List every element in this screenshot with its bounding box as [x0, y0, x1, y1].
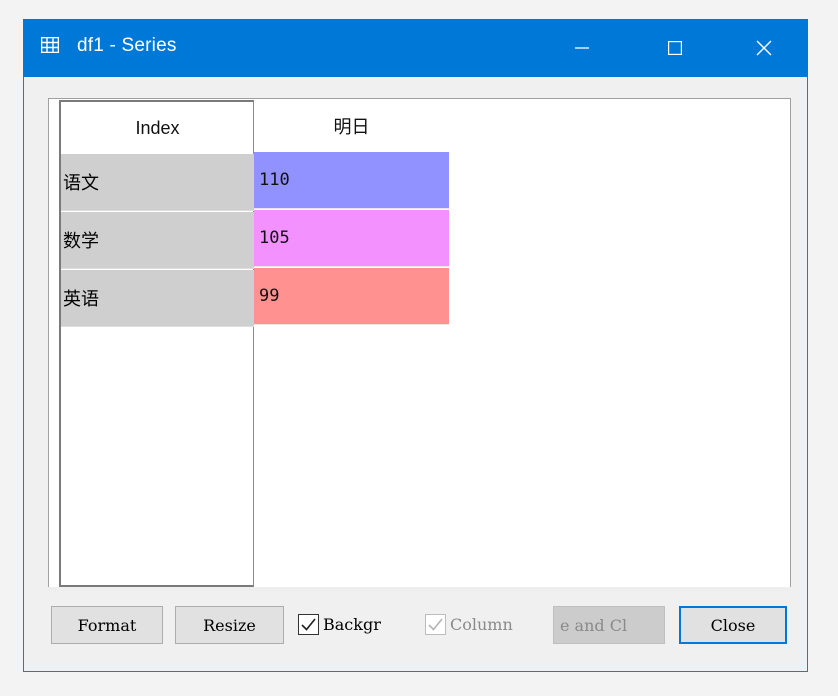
column-header[interactable]: 明日 [254, 100, 449, 153]
maximize-icon [668, 41, 682, 55]
index-cell[interactable]: 语文 [61, 154, 254, 211]
minimize-icon [575, 47, 589, 49]
checkmark-icon [428, 618, 443, 631]
value-cell[interactable]: 110 [254, 152, 449, 209]
column-min-max-checkbox[interactable] [425, 614, 446, 635]
background-color-label[interactable]: Backgr [323, 614, 420, 635]
close-button[interactable]: Close [679, 606, 787, 644]
table-grid-icon [41, 37, 59, 53]
close-window-button[interactable] [734, 19, 794, 77]
value-cell[interactable]: 99 [254, 268, 449, 325]
index-header[interactable]: Index [61, 102, 254, 154]
table-bottom-edge [48, 587, 791, 591]
maximize-button[interactable] [645, 19, 705, 77]
background-color-checkbox[interactable] [298, 614, 319, 635]
resize-button[interactable]: Resize [175, 606, 284, 644]
window-title: df1 - Series [77, 35, 177, 56]
index-column: Index 语文 数学 英语 [59, 100, 254, 587]
save-and-close-button[interactable]: e and Cl [553, 606, 665, 644]
minimize-button[interactable] [552, 19, 612, 77]
title-bar[interactable]: df1 - Series [23, 19, 808, 77]
value-cell[interactable]: 105 [254, 210, 449, 267]
checkmark-icon [301, 618, 316, 631]
close-icon [756, 40, 772, 56]
index-cell[interactable]: 数学 [61, 212, 254, 269]
column-min-max-label[interactable]: Column [450, 614, 542, 635]
format-button[interactable]: Format [51, 606, 163, 644]
index-cell[interactable]: 英语 [61, 270, 254, 327]
